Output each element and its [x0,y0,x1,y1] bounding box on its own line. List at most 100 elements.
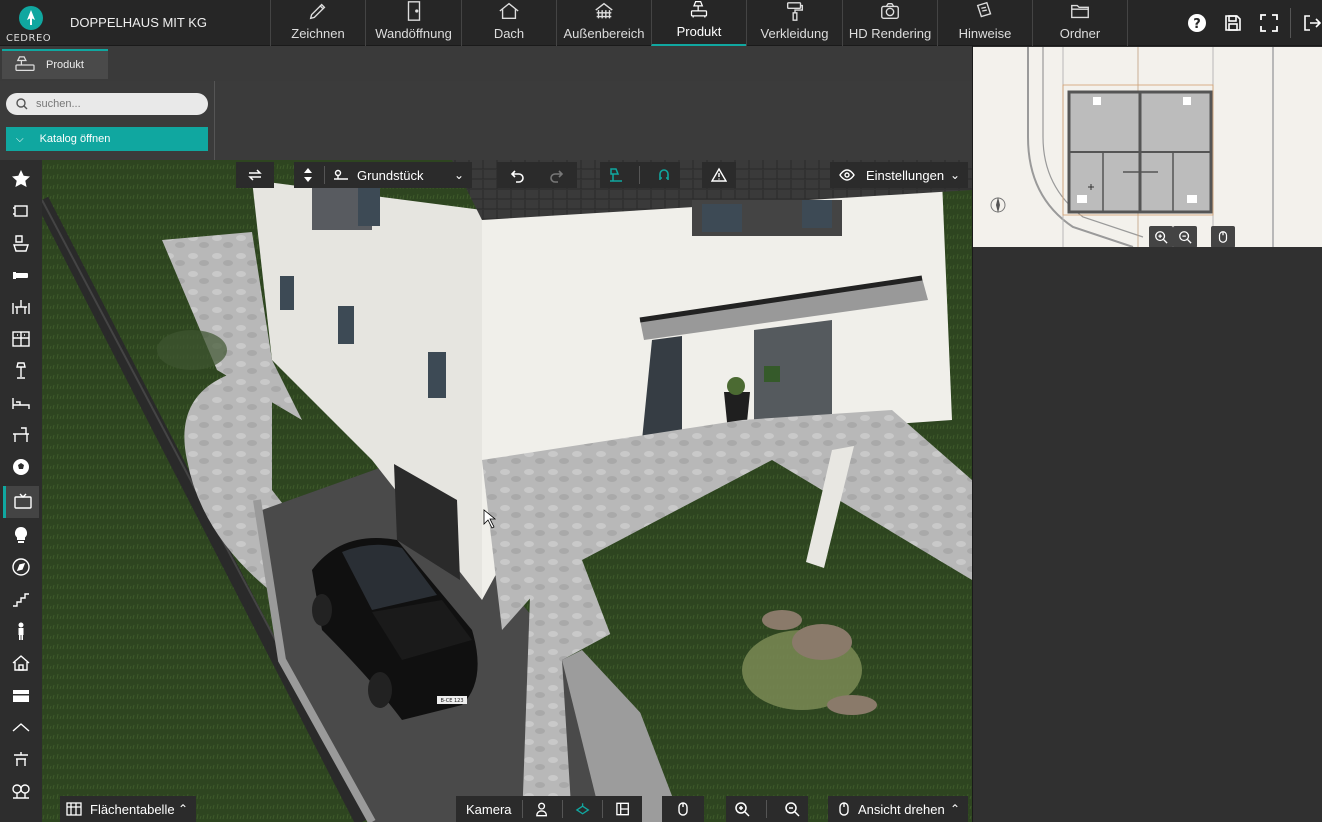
compass-tool[interactable] [8,554,34,580]
help-icon[interactable]: ? [1187,13,1207,33]
bathroom-icon [13,235,29,252]
notes-icon [976,1,992,18]
nav-label: Verkleidung [760,26,829,41]
app-logo[interactable]: CEDREO [4,3,54,45]
lamp-stand-icon [16,362,26,379]
favorites-tool[interactable] [8,166,34,192]
level-select[interactable]: Grundstück ⌄ [294,162,472,188]
zoom-out-icon [1179,231,1192,244]
zoom-out-icon[interactable] [784,801,800,817]
tv-icon [13,493,32,509]
building-tool[interactable] [8,650,34,676]
logo-text: CEDREO [6,33,52,44]
dining-tool[interactable] [8,294,34,320]
furniture-visibility-icon[interactable] [608,167,624,183]
chevron-up-icon: ⌃ [949,802,960,816]
nav-verkleidung[interactable]: Verkleidung [746,0,842,46]
lighting-tool[interactable] [8,522,34,548]
warnings-button[interactable] [702,162,736,188]
magnet-icon[interactable] [656,167,672,183]
floor-plan-minimap[interactable] [973,47,1322,247]
tab-produkt[interactable]: Produkt [2,49,108,79]
bed-tool[interactable] [8,390,34,416]
ball-icon [13,459,29,475]
garden-furniture-tool[interactable] [8,746,34,772]
terrain-icon [334,169,348,180]
save-icon[interactable] [1223,13,1243,33]
nav-dach[interactable]: Dach [461,0,556,46]
warning-triangle-icon [711,167,727,182]
zoom-in-icon[interactable] [734,801,750,817]
nav-label: Dach [493,26,525,41]
tab-label: Produkt [46,59,84,71]
nav-wandoeffnung[interactable]: Wandöffnung [365,0,461,46]
door-icon [407,1,420,21]
fullscreen-icon[interactable] [1259,13,1279,33]
lamp-stand-tool[interactable] [8,358,34,384]
people-tool[interactable] [8,618,34,644]
stairs-tool[interactable] [8,586,34,612]
vegetation-tool[interactable] [8,778,34,804]
display-toggles [600,162,680,188]
3d-viewport[interactable]: B-CE 123 Grundstück ⌄ Einstellungen ⌄ Fl… [42,160,972,822]
nav-label: Produkt [676,24,722,39]
windows-tool[interactable] [8,198,34,224]
minimap-mouse-button[interactable] [1211,226,1235,248]
office-desk-icon [13,427,29,442]
top-bar: CEDREO DOPPELHAUS MIT KG Zeichnen Wandöf… [0,0,1322,46]
bed-icon [12,398,30,409]
exit-icon[interactable] [1302,13,1322,33]
area-table-button[interactable]: Flächentabelle ⌃ [60,796,196,822]
divider [766,800,768,818]
redo-icon[interactable] [549,167,565,183]
divider [324,166,325,184]
office-tool[interactable] [8,422,34,448]
person-view-icon[interactable] [534,801,549,817]
sports-tool[interactable] [8,454,34,480]
chevron-up-icon: ⌃ [177,802,188,816]
kitchen-tool[interactable] [8,326,34,352]
search-input[interactable]: suchen... [6,93,208,115]
divider [561,800,563,818]
level-select-label: Grundstück [357,167,424,183]
nav-ordner[interactable]: Ordner [1032,0,1128,46]
divider [521,800,523,818]
rotate-view-button[interactable]: Ansicht drehen ⌃ [828,796,968,822]
open-catalog-button[interactable]: ⌵ Katalog öffnen [6,127,208,151]
undo-icon[interactable] [509,167,525,183]
minimap-zoom-out-button[interactable] [1173,226,1197,248]
trees-icon [12,784,30,799]
settings-dropdown[interactable]: Einstellungen ⌄ [830,162,968,188]
nav-hd-rendering[interactable]: HD Rendering [842,0,937,46]
history-controls [497,162,577,188]
nav-hinweise[interactable]: Hinweise [937,0,1032,46]
garden-furniture-icon [14,752,28,766]
eye-icon [839,169,855,181]
nav-aussenbereich[interactable]: Außenbereich [556,0,651,46]
dining-icon [12,300,30,314]
sofa-lamp-icon [15,56,35,72]
sofa-tool[interactable] [8,262,34,288]
project-title: DOPPELHAUS MIT KG [70,15,208,30]
plan-view-icon[interactable] [615,801,630,817]
nav-produkt[interactable]: Produkt [651,0,746,46]
person-icon [18,622,24,640]
roof-line-tool[interactable] [8,714,34,740]
nav-zeichnen[interactable]: Zeichnen [270,0,365,46]
aerial-view-icon[interactable] [575,801,590,817]
chevron-down-icon: ⌄ [949,168,960,182]
swap-view-button[interactable] [236,162,274,188]
stairs-icon [13,593,29,607]
catalog-button-label: Katalog öffnen [39,133,111,145]
media-tool[interactable] [3,486,39,518]
minimap-plan [973,47,1322,247]
bathroom-tool[interactable] [8,230,34,256]
mouse-icon [839,802,849,816]
minimap-zoom-in-button[interactable] [1149,226,1173,248]
divider [601,800,603,818]
folder-icon [1071,4,1089,19]
star-icon [12,170,30,187]
storage-tool[interactable] [8,682,34,708]
settings-label: Einstellungen [866,167,945,183]
mouse-mode-button[interactable] [662,796,704,822]
